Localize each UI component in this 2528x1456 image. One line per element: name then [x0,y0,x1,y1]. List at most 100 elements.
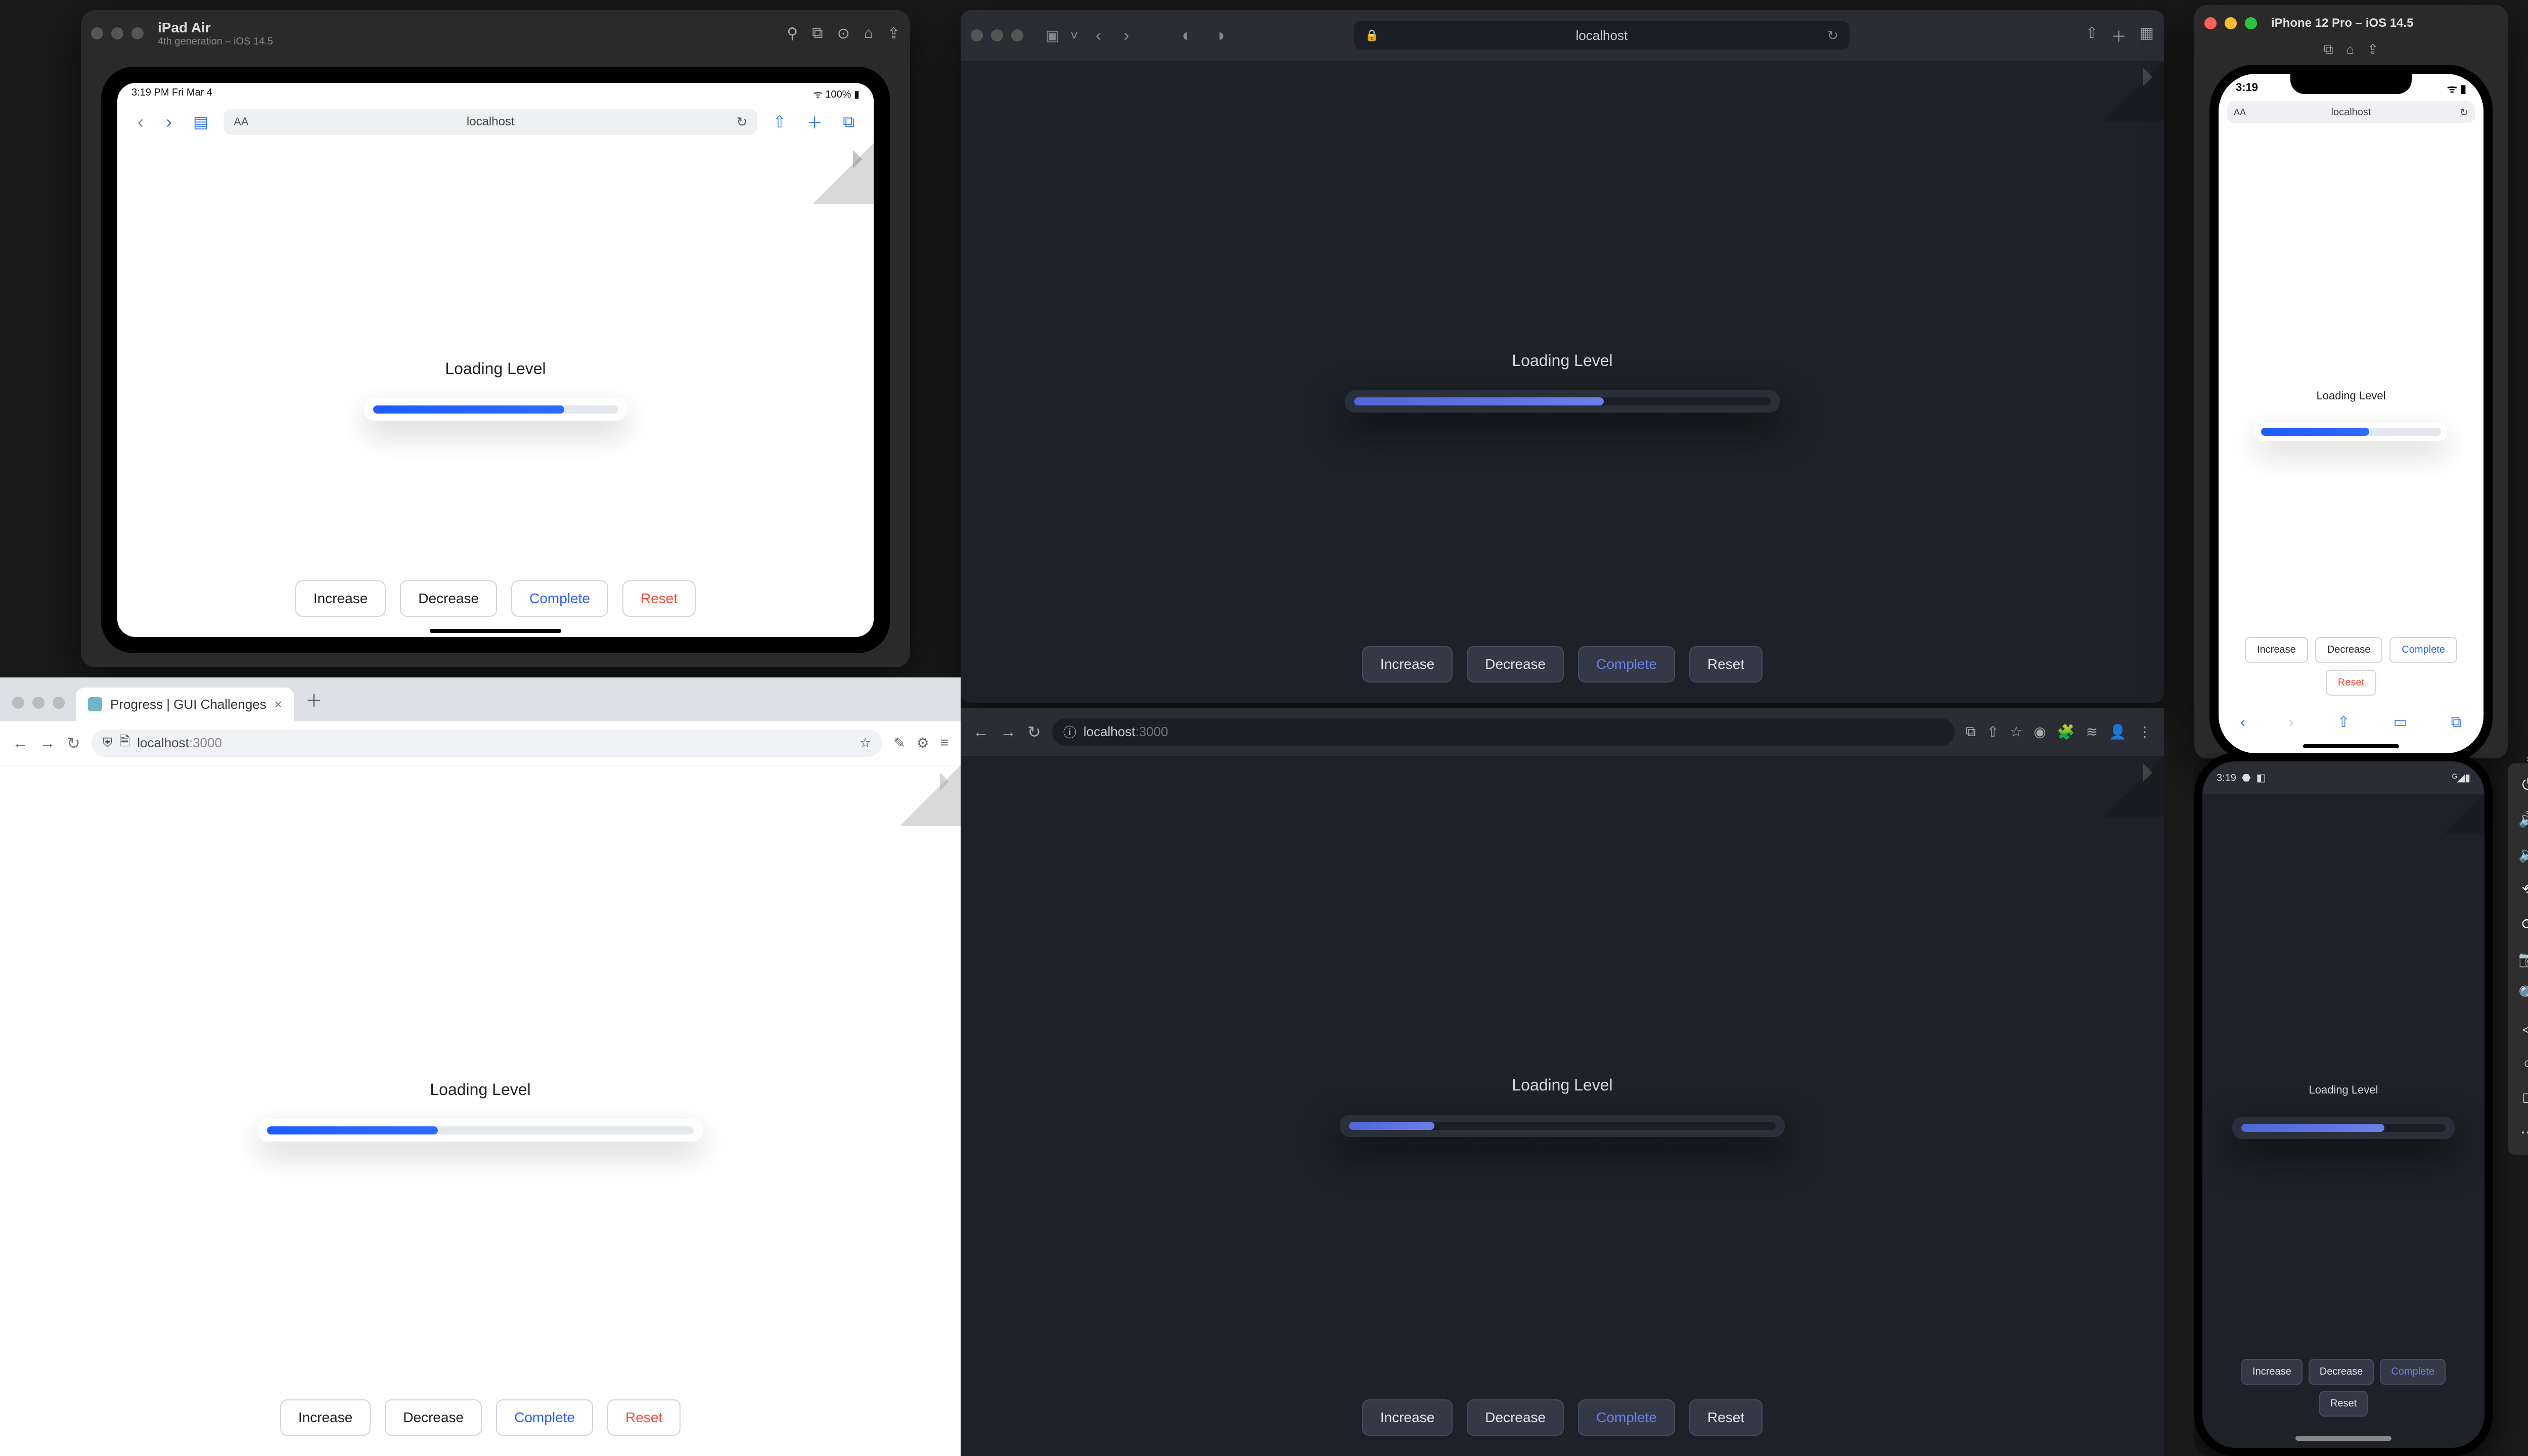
new-tab-icon[interactable]: ＋ [2111,24,2127,47]
decrease-button[interactable]: Decrease [385,1399,482,1436]
forward-button[interactable]: › [1118,26,1134,46]
decrease-button[interactable]: Decrease [2315,637,2383,663]
sidebar-icon[interactable]: ▤ [188,112,213,131]
increase-button[interactable]: Increase [295,580,386,617]
forward-button[interactable]: → [1000,722,1016,741]
increase-button[interactable]: Increase [2245,637,2308,663]
ext-icon[interactable]: ⚙ [917,735,929,751]
reset-button[interactable]: Reset [622,580,696,617]
back-button[interactable]: ‹ [2240,714,2245,731]
window-close[interactable] [2204,17,2217,29]
window-zoom[interactable] [1011,29,1023,41]
appearance-icon[interactable]: ◑ [1209,26,1230,46]
back-button[interactable]: ‹ [1091,26,1106,46]
record-icon[interactable]: ⊙ [837,25,850,42]
menu-icon[interactable]: ≡ [940,735,949,751]
reset-button[interactable]: Reset [2319,1391,2368,1417]
reset-button[interactable]: Reset [1689,646,1763,682]
complete-button[interactable]: Complete [1578,646,1675,682]
screenshot-icon[interactable]: ⧉ [812,25,823,42]
tab-overview-icon[interactable]: ▦ [2140,24,2154,47]
window-zoom[interactable] [2245,17,2257,29]
sidebar-icon[interactable]: ▣ [1046,27,1059,44]
shield-icon[interactable]: ◐ [1177,26,1197,46]
reset-button[interactable]: Reset [2326,670,2376,696]
url-field[interactable]: 🔒 localhost ↻ [1354,21,1849,50]
share-icon[interactable]: ⇧ [2337,713,2350,731]
new-tab-button[interactable]: ＋ [305,687,323,712]
decrease-button[interactable]: Decrease [1467,1399,1564,1436]
reload-icon[interactable]: ↻ [737,114,748,130]
rotate-right-icon[interactable]: ⟳ [2521,916,2528,933]
reload-icon[interactable]: ↻ [1827,28,1838,43]
volume-down-icon[interactable]: 🔉 [2518,846,2528,863]
bookmarks-icon[interactable]: ▭ [2393,713,2407,731]
reload-icon[interactable]: ↻ [2460,106,2468,119]
back-icon[interactable]: ◁ [2522,1020,2528,1038]
share-icon[interactable]: ⇧ [2085,24,2098,47]
ext-icon[interactable]: ≋ [2086,723,2098,740]
close-icon[interactable]: × — [2526,754,2528,765]
tabs-icon[interactable]: ⧉ [838,112,860,131]
reset-button[interactable]: Reset [607,1399,681,1436]
tabs-icon[interactable]: ⧉ [2451,714,2462,731]
complete-button[interactable]: Complete [511,580,608,617]
home-icon[interactable]: ⌂ [864,25,873,42]
complete-button[interactable]: Complete [1578,1399,1675,1436]
browser-tab[interactable]: Progress | GUI Challenges × [76,688,294,721]
back-button[interactable]: ← [973,722,989,741]
more-icon[interactable]: ⋯ [2520,1124,2528,1142]
decrease-button[interactable]: Decrease [1467,646,1564,682]
forward-button[interactable]: › [2289,714,2294,731]
site-info-icon[interactable]: ⓘ [1063,722,1076,741]
profile-icon[interactable]: 👤 [2109,723,2127,740]
ext-icon[interactable]: ◉ [2034,723,2046,740]
window-minimize[interactable] [991,29,1003,41]
complete-button[interactable]: Complete [2380,1359,2446,1385]
url-field[interactable]: AA localhost ↻ [2227,101,2475,123]
window-close[interactable] [91,27,103,39]
home-icon[interactable]: ○ [2523,1055,2528,1072]
overview-icon[interactable]: □ [2523,1089,2528,1107]
window-close[interactable] [12,697,24,709]
share-icon[interactable]: ⇧ [768,112,791,131]
rotate-icon[interactable]: ⇪ [2367,41,2378,58]
ext-icon[interactable]: ✎ [893,735,905,751]
decrease-button[interactable]: Decrease [2309,1359,2374,1385]
increase-button[interactable]: Increase [2241,1359,2303,1385]
increase-button[interactable]: Increase [1362,1399,1453,1436]
chevron-down-icon[interactable]: ˅ [1070,27,1078,44]
window-zoom[interactable] [131,27,144,39]
window-minimize[interactable] [111,27,123,39]
close-tab-icon[interactable]: × [275,697,282,712]
text-size-icon[interactable]: AA [2234,107,2246,118]
bookmark-icon[interactable]: ☆ [860,735,871,751]
camera-icon[interactable]: 📷 [2518,950,2528,968]
increase-button[interactable]: Increase [1362,646,1453,682]
screenshot-icon[interactable]: ⧉ [2324,41,2333,58]
url-field[interactable]: AA localhost ↻ [223,109,757,135]
window-zoom[interactable] [53,697,65,709]
reload-button[interactable]: ↻ [1027,722,1041,742]
window-minimize[interactable] [2225,17,2237,29]
site-info-icon[interactable]: 🗎 [119,732,130,754]
forward-button[interactable]: › [160,111,178,132]
bookmark-icon[interactable]: ☆ [2010,723,2022,740]
complete-button[interactable]: Complete [2389,637,2457,663]
complete-button[interactable]: Complete [496,1399,593,1436]
back-button[interactable]: ← [12,734,28,752]
new-tab-icon[interactable]: ＋ [801,110,828,133]
pin-icon[interactable]: ⚲ [787,25,798,42]
rotate-icon[interactable]: ⇪ [887,25,900,42]
rotate-left-icon[interactable]: ⟲ [2521,881,2528,898]
ext-icon[interactable]: ⧉ [1966,723,1976,740]
window-close[interactable] [971,29,983,41]
text-size-icon[interactable]: AA [234,115,248,128]
increase-button[interactable]: Increase [280,1399,371,1436]
reload-button[interactable]: ↻ [67,734,80,753]
home-icon[interactable]: ⌂ [2346,41,2355,58]
share-icon[interactable]: ⇧ [1987,723,1999,740]
shield-icon[interactable]: ⛨ [103,735,113,751]
extensions-icon[interactable]: 🧩 [2057,723,2075,740]
forward-button[interactable]: → [39,734,56,752]
